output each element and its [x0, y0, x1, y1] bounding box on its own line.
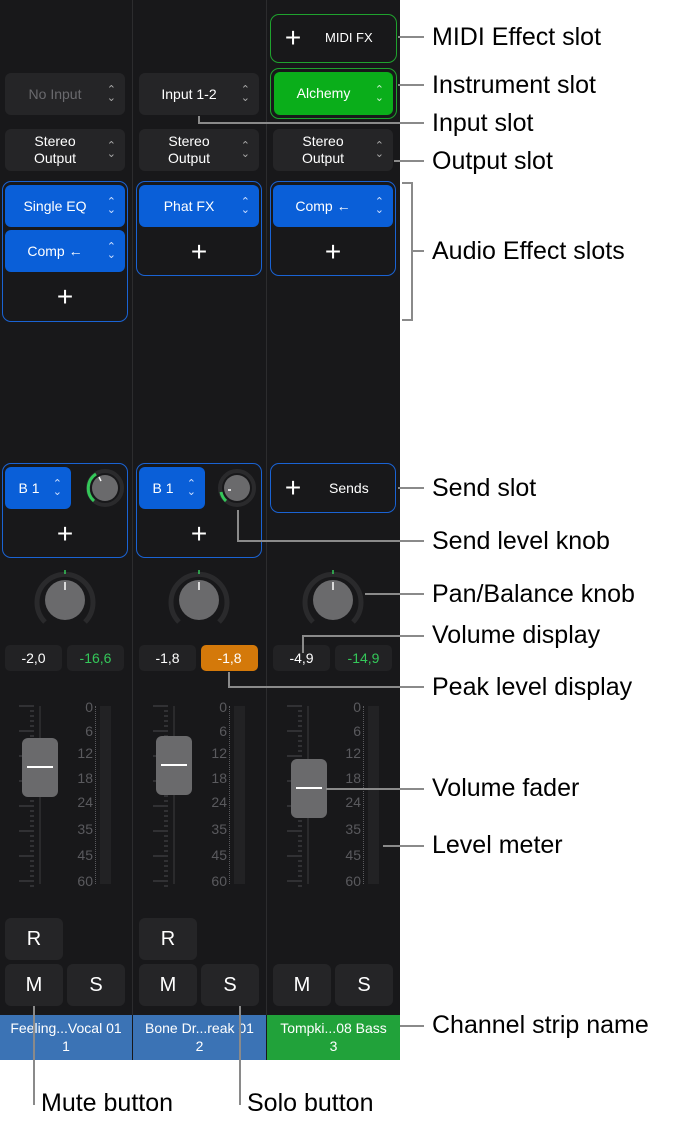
callout-fader: Volume fader: [432, 774, 580, 802]
callout-send: Send slot: [432, 474, 537, 502]
callout-name: Channel strip name: [432, 1011, 649, 1039]
callout-audio-fx: Audio Effect slots: [432, 237, 625, 265]
callout-send-knob: Send level knob: [432, 527, 610, 555]
callout-meter: Level meter: [432, 831, 563, 859]
callout-instrument: Instrument slot: [432, 71, 596, 99]
callout-lines: [33, 36, 424, 1105]
callout-output: Output slot: [432, 147, 553, 175]
callout-peak: Peak level display: [432, 673, 633, 701]
callout-input: Input slot: [432, 109, 534, 137]
callout-pan: Pan/Balance knob: [432, 580, 635, 608]
callout-mute: Mute button: [41, 1089, 174, 1117]
callout-midi-fx: MIDI Effect slot: [432, 23, 602, 51]
callout-volume-display: Volume display: [432, 621, 601, 649]
callout-solo: Solo button: [247, 1089, 374, 1117]
